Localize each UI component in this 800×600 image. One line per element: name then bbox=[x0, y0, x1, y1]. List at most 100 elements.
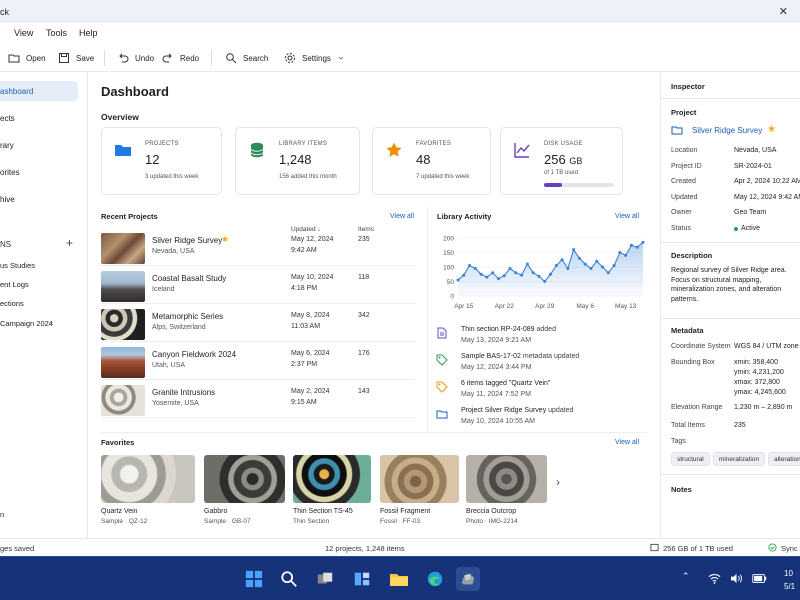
favorite-item[interactable]: Gabbro Sample · GB-07 bbox=[204, 455, 285, 525]
favorite-item[interactable]: Thin Section TS-45 Thin Section bbox=[293, 455, 371, 525]
search-button[interactable]: Search bbox=[225, 50, 268, 66]
sidebar-item-library[interactable]: rary bbox=[0, 135, 78, 155]
activity-text: Sample BAS-17-02 metadata updated bbox=[461, 353, 579, 360]
sidebar-collection-item[interactable]: Campaign 2024 bbox=[0, 319, 53, 328]
favorites-next-button[interactable]: › bbox=[556, 475, 560, 489]
chart-line-icon bbox=[514, 143, 530, 158]
open-button[interactable]: Open bbox=[8, 50, 46, 66]
sidebar-collection-item[interactable]: ent Logs bbox=[0, 280, 29, 289]
widgets-button[interactable] bbox=[350, 567, 374, 591]
disk-usage-card[interactable]: DISK USAGE 256 GB of 1 TB used bbox=[500, 127, 623, 195]
sidebar-item-favorites[interactable]: orites bbox=[0, 162, 78, 182]
library-items-card[interactable]: LIBRARY ITEMS 1,248 156 added this month bbox=[235, 127, 360, 195]
favorite-item[interactable]: Fossil Fragment Fossil · FF-03 bbox=[380, 455, 459, 525]
settings-button[interactable]: Settings bbox=[284, 50, 345, 66]
tag-chip[interactable]: structural bbox=[671, 452, 710, 466]
sidebar-collection-item[interactable]: ections bbox=[0, 299, 24, 308]
description-text: patterns. bbox=[671, 295, 699, 303]
favorite-item[interactable]: Quartz Vein Sample · QZ-12 bbox=[101, 455, 195, 525]
battery-icon[interactable] bbox=[752, 574, 767, 583]
sidebar-collection-item[interactable]: us Studies bbox=[0, 261, 35, 270]
clock-date[interactable]: 5/1 bbox=[784, 582, 795, 591]
project-updated-date: May 10, 2024 bbox=[291, 274, 334, 281]
disk-usage-unit: GB bbox=[569, 156, 583, 166]
menu-view[interactable]: View bbox=[14, 28, 33, 38]
project-updated-date: May 6, 2024 bbox=[291, 350, 330, 357]
card-value: 12 bbox=[145, 152, 160, 167]
inspector-divider bbox=[661, 98, 800, 99]
list-item[interactable]: 6 items tagged "Quartz Vein" May 11, 2024… bbox=[436, 380, 646, 402]
favorite-item[interactable]: Breccia Outcrop Photo · IMG-2214 bbox=[466, 455, 547, 525]
project-thumbnail bbox=[101, 271, 145, 302]
task-view-icon bbox=[317, 572, 333, 584]
table-row[interactable]: Coastal Basalt Study Iceland May 10, 2024 4… bbox=[101, 268, 415, 304]
menu-tools[interactable]: Tools bbox=[46, 28, 67, 38]
activity-action: updated bbox=[546, 407, 574, 414]
row-divider bbox=[101, 379, 415, 380]
project-updated-time: 4:18 PM bbox=[291, 285, 318, 292]
favorite-star-icon[interactable]: ★ bbox=[767, 124, 776, 135]
activity-subject: 6 items tagged "Quartz Vein" bbox=[461, 380, 551, 387]
window-title: ck bbox=[0, 7, 9, 17]
volume-icon[interactable] bbox=[730, 573, 743, 584]
x-tick-label: May 6 bbox=[576, 303, 594, 310]
table-row[interactable]: Silver Ridge Survey ★ Nevada, USA May 12, 2… bbox=[101, 230, 415, 266]
save-icon bbox=[59, 53, 69, 63]
description-text: Regional survey of Silver Ridge area. bbox=[671, 267, 787, 274]
file-explorer-button[interactable] bbox=[387, 567, 411, 591]
save-button[interactable]: Save bbox=[58, 50, 94, 66]
sidebar-item-projects[interactable]: ects bbox=[0, 108, 78, 128]
taskbar-search-button[interactable] bbox=[277, 567, 301, 591]
active-app-button[interactable] bbox=[456, 567, 480, 591]
library-activity-view-all-link[interactable]: View all bbox=[615, 213, 639, 220]
redo-button[interactable]: Redo bbox=[162, 50, 199, 66]
favorite-subtitle: Sample · GB-07 bbox=[204, 518, 251, 525]
save-label: Save bbox=[76, 53, 95, 63]
table-row[interactable]: Granite Intrusions Yosemite, USA May 2, 20… bbox=[101, 382, 415, 418]
tag-icon bbox=[436, 354, 448, 366]
wifi-icon[interactable] bbox=[708, 573, 721, 584]
activity-action: added bbox=[534, 326, 556, 333]
start-button[interactable] bbox=[242, 567, 266, 591]
edge-icon bbox=[427, 571, 443, 587]
inspector-panel: Inspector Project Silver Ridge Survey ★ … bbox=[660, 72, 800, 538]
data-point bbox=[572, 248, 576, 252]
card-subtext: 156 added this month bbox=[279, 174, 337, 180]
recent-projects-view-all-link[interactable]: View all bbox=[390, 213, 414, 220]
edge-browser-button[interactable] bbox=[423, 567, 447, 591]
project-item-count: 342 bbox=[358, 312, 370, 319]
favorite-star-icon[interactable]: ★ bbox=[221, 234, 229, 245]
tag-chip[interactable]: mineralization bbox=[713, 452, 766, 466]
list-item[interactable]: Project Silver Ridge Survey updated May 1… bbox=[436, 407, 646, 429]
activity-date: May 13, 2024 9:21 AM bbox=[461, 337, 532, 344]
close-button[interactable]: ✕ bbox=[760, 0, 800, 22]
total-items-key: Total Items bbox=[671, 422, 705, 429]
table-row[interactable]: Metamorphic Series Alps, Switzerland May 8… bbox=[101, 306, 415, 342]
chevron-up-icon[interactable]: ⌃ bbox=[682, 571, 690, 582]
projects-card[interactable]: PROJECTS 12 3 updated this week bbox=[101, 127, 222, 195]
menu-help[interactable]: Help bbox=[79, 28, 98, 38]
search-icon bbox=[226, 53, 237, 64]
list-item[interactable]: Thin section RP-24-089 added May 13, 2024… bbox=[436, 326, 646, 348]
task-view-button[interactable] bbox=[313, 567, 337, 591]
favorite-subtitle: Photo · IMG-2214 bbox=[466, 518, 518, 525]
card-label: LIBRARY ITEMS bbox=[279, 141, 328, 147]
table-row[interactable]: Canyon Fieldwork 2024 Utah, USA May 6, 202… bbox=[101, 344, 415, 380]
x-tick-label: May 13 bbox=[615, 303, 637, 310]
list-item[interactable]: Sample BAS-17-02 metadata updated May 12,… bbox=[436, 353, 646, 375]
favorites-card[interactable]: FAVORITES 48 7 updated this week bbox=[372, 127, 491, 195]
clock-time[interactable]: 10 bbox=[784, 569, 793, 578]
card-subtext: of 1 TB used bbox=[544, 170, 578, 176]
inspector-divider bbox=[661, 318, 800, 319]
project-thumbnail bbox=[101, 309, 145, 340]
folder-icon bbox=[390, 574, 408, 586]
sidebar-item-dashboard[interactable]: ashboard bbox=[0, 81, 78, 101]
sidebar-bottom-item[interactable]: n bbox=[0, 510, 4, 519]
tag-chip[interactable]: alteration bbox=[768, 452, 800, 466]
undo-icon bbox=[119, 53, 129, 63]
favorites-view-all-link[interactable]: View all bbox=[615, 439, 639, 446]
add-collection-button[interactable]: + bbox=[66, 236, 73, 250]
undo-button[interactable]: Undo bbox=[117, 50, 154, 66]
bounding-box-value: xmax: 372,800 bbox=[734, 379, 780, 386]
sidebar-item-archive[interactable]: hive bbox=[0, 189, 78, 209]
